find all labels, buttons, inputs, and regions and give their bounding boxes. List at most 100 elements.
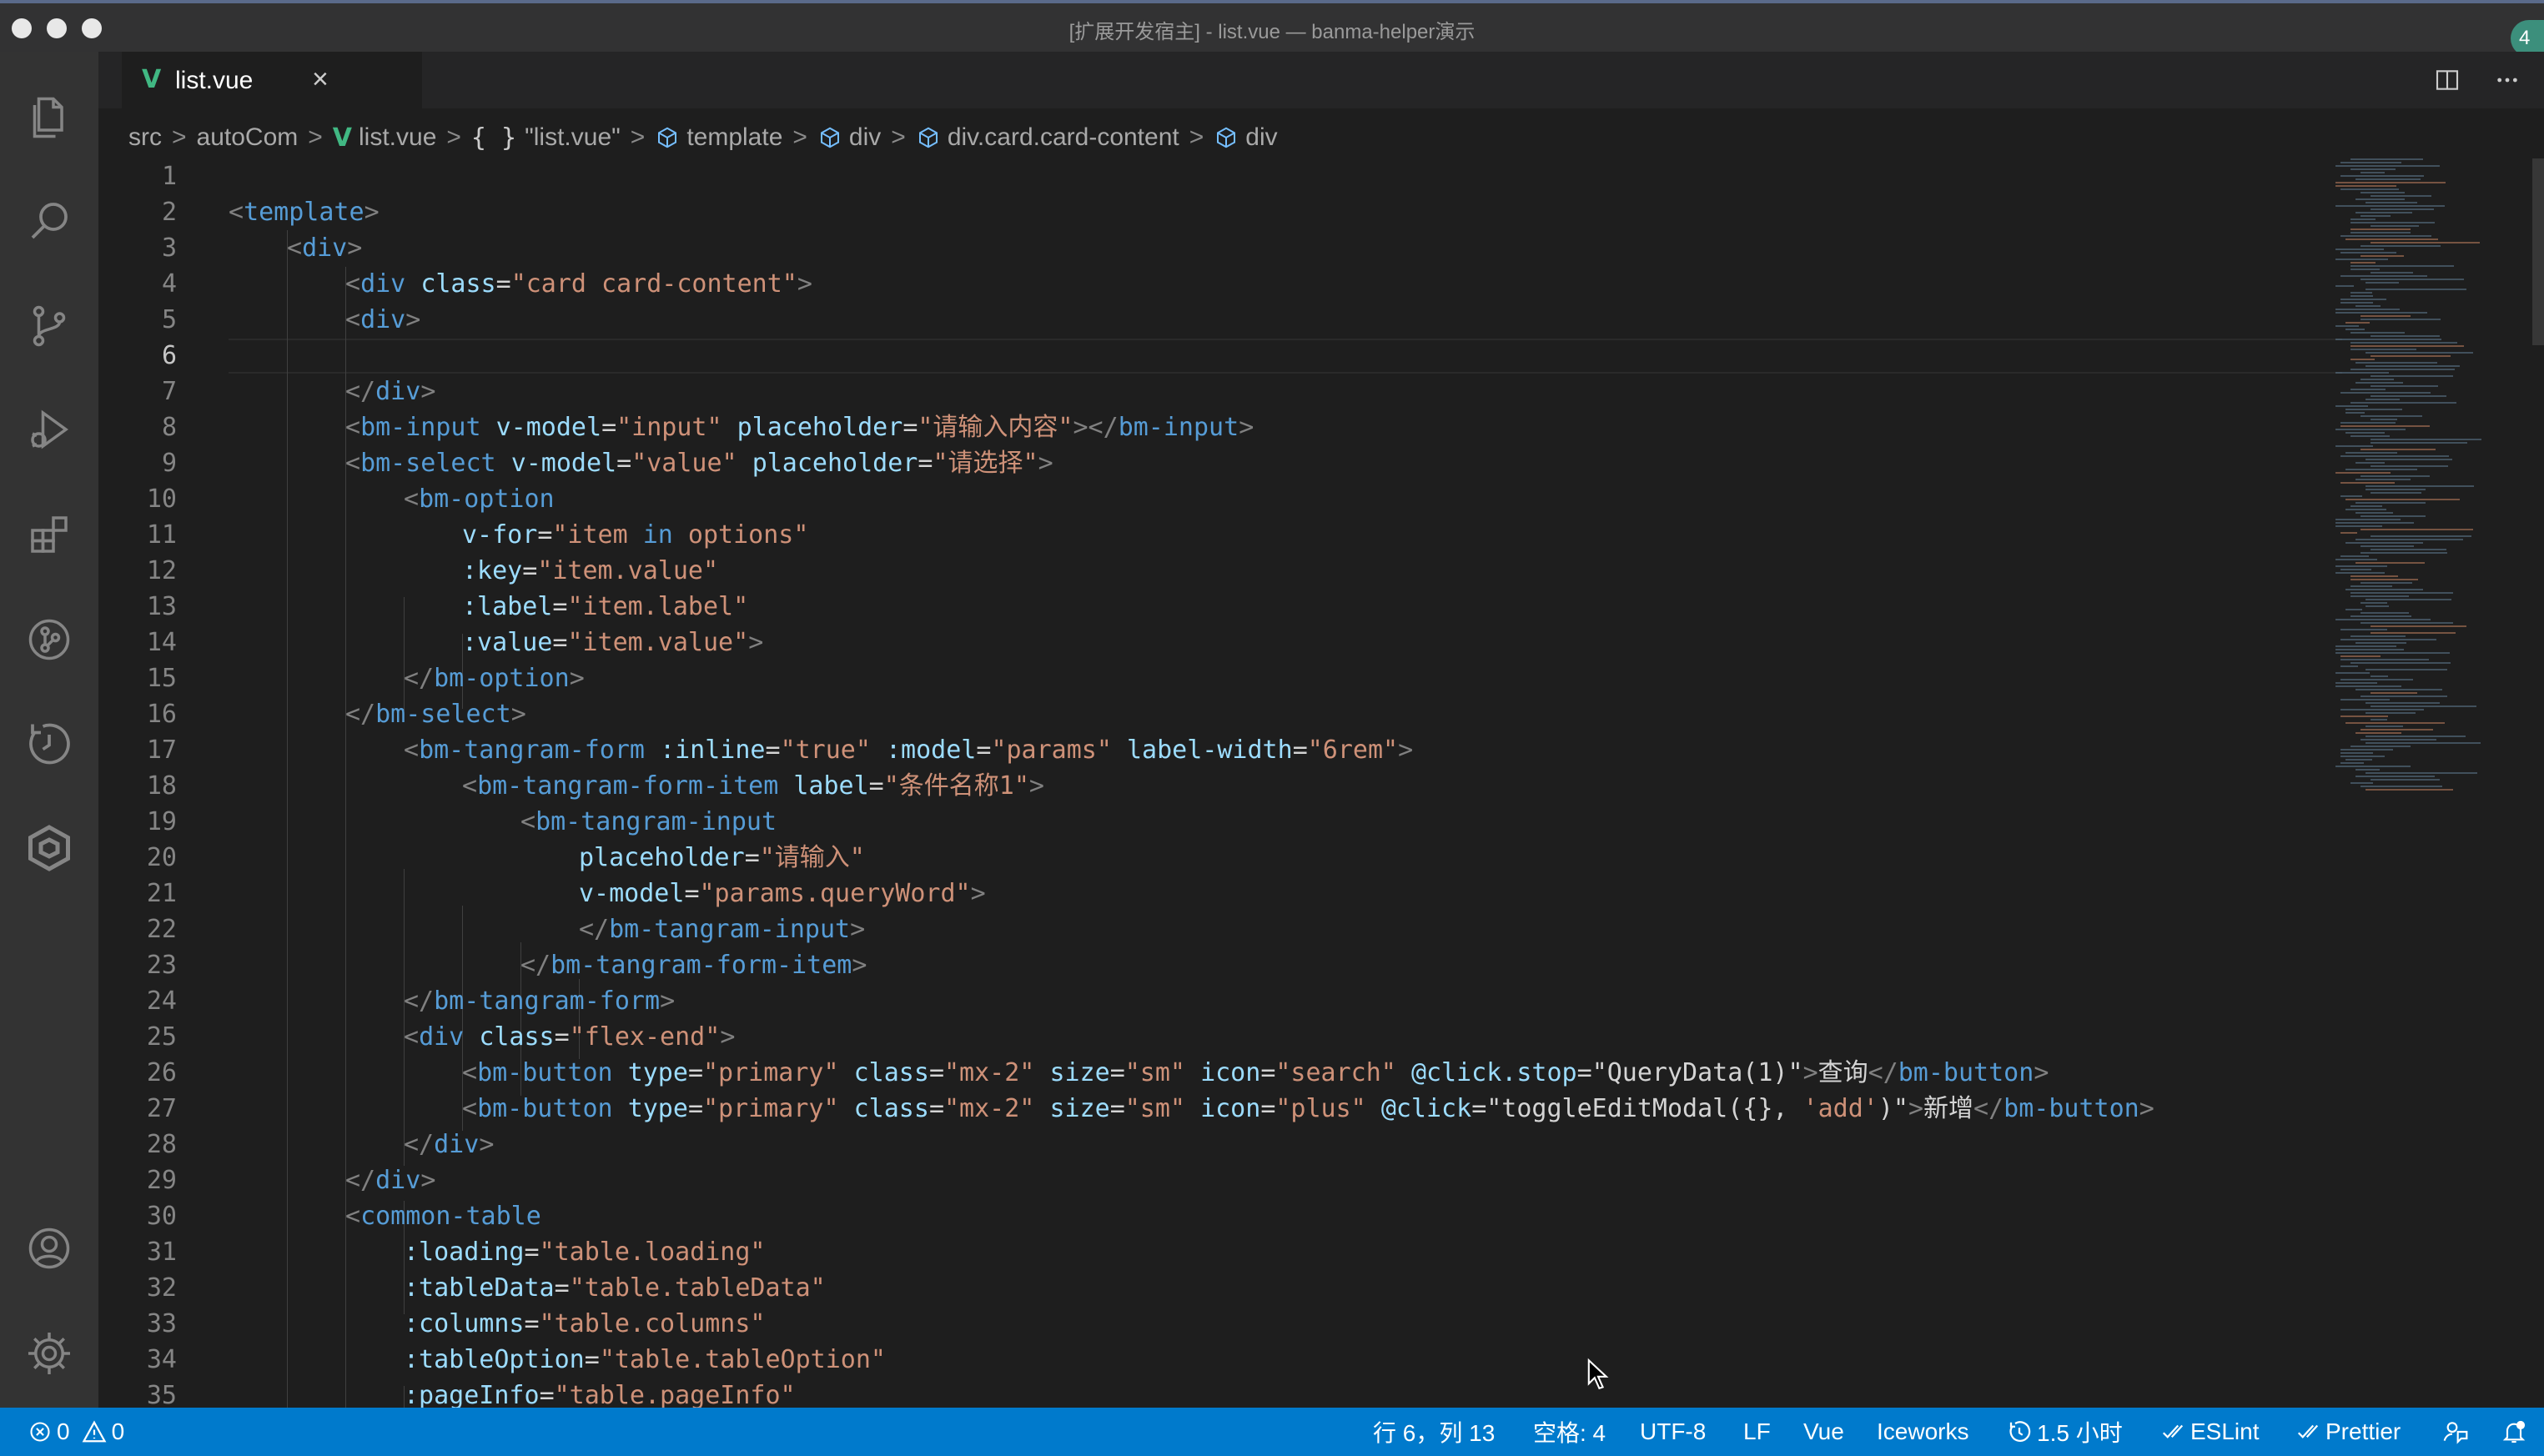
line-number: 13 — [146, 592, 177, 621]
code-line-active: 6 — [98, 338, 2342, 374]
minimap-line — [2335, 649, 2404, 650]
token: div — [419, 1022, 465, 1052]
close-icon[interactable]: × — [312, 63, 329, 96]
timeline-icon[interactable] — [22, 715, 77, 771]
explorer-icon[interactable] — [22, 90, 77, 145]
token: placeholder — [752, 449, 918, 478]
extensions-icon[interactable] — [22, 507, 77, 562]
token: > — [852, 951, 867, 980]
minimap-line — [2335, 565, 2387, 567]
token: div — [302, 233, 348, 263]
breadcrumb-sfc[interactable]: { } "list.vue" — [471, 123, 621, 153]
eol-setting[interactable]: LF — [1743, 1408, 1771, 1456]
breadcrumb-card[interactable]: div.card.card-content — [916, 123, 1179, 152]
minimap-line — [2340, 629, 2387, 630]
iceworks-status[interactable]: Iceworks — [1877, 1408, 1968, 1456]
account-icon[interactable] — [22, 1221, 77, 1276]
minimap-line — [2355, 502, 2426, 504]
minimap-line — [2350, 369, 2455, 370]
code-editor[interactable]: 1 2 <template> 3 <div> 4 <div class="card c… — [98, 158, 2342, 1408]
cursor-position[interactable]: 行 6，列 13 — [1373, 1408, 1495, 1456]
token: bm-button — [2004, 1094, 2139, 1123]
minimap-line — [2335, 766, 2411, 767]
token: < — [462, 1058, 478, 1087]
iceworks-icon[interactable] — [22, 821, 77, 876]
breadcrumb-template[interactable]: template — [655, 123, 782, 152]
breadcrumb-card-label: div.card.card-content — [947, 123, 1179, 151]
minimap-line — [2345, 322, 2370, 324]
minimap-line — [2360, 475, 2430, 477]
minimap-line — [2340, 532, 2357, 534]
line-number: 23 — [146, 951, 177, 980]
minimap-line — [2355, 362, 2437, 364]
code-line: 10 <bm-option — [98, 481, 2342, 517]
minimap-line — [2366, 365, 2460, 367]
search-icon[interactable] — [22, 193, 77, 249]
token: bm-input — [1118, 413, 1239, 442]
token: < — [345, 305, 361, 334]
code-line: 32:tableData="table.tableData" — [98, 1270, 2342, 1306]
token: = — [1109, 1058, 1125, 1087]
minimap-line — [2350, 635, 2406, 637]
code-text: <div class="card card-content"> — [345, 266, 812, 302]
token: < — [229, 198, 244, 227]
code-line: 24 </bm-tangram-form> — [98, 983, 2342, 1019]
breadcrumb-div[interactable]: div — [817, 123, 881, 152]
breadcrumb-div-inner[interactable]: div — [1214, 123, 1278, 152]
token: "table.tableOption" — [599, 1345, 886, 1374]
token: "input" — [616, 413, 722, 442]
minimap-line — [2360, 315, 2411, 317]
minimap-line — [2335, 249, 2384, 250]
minimap-line — [2350, 228, 2411, 230]
eslint-status[interactable]: ESLint — [2160, 1408, 2260, 1456]
breadcrumb-file[interactable]: Vlist.vue — [333, 123, 437, 153]
more-actions-icon[interactable] — [2492, 67, 2526, 93]
minimap-line — [2360, 255, 2404, 257]
code-text: <bm-select v-model="value" placeholder="… — [345, 445, 1053, 481]
token: > — [1239, 413, 1254, 442]
minimap-line — [2371, 535, 2471, 537]
token: > — [748, 628, 764, 657]
problems-indicator[interactable]: 0 0 — [28, 1408, 124, 1456]
token: </ — [520, 951, 551, 980]
minimap-line — [2360, 379, 2394, 380]
chevron-right-icon: > — [630, 123, 646, 151]
prettier-status[interactable]: Prettier — [2295, 1408, 2401, 1456]
line-number: 21 — [146, 879, 177, 908]
minimap-line — [2355, 462, 2385, 464]
code-text: </bm-option> — [404, 660, 585, 696]
breadcrumb-src[interactable]: src — [128, 123, 162, 152]
eslint-label: ESLint — [2190, 1418, 2260, 1444]
minimap-line — [2360, 215, 2391, 217]
minimap[interactable] — [2335, 158, 2536, 826]
code-line: 26 <bm-button type="primary" class="mx-2"… — [98, 1055, 2342, 1091]
language-mode[interactable]: Vue — [1803, 1408, 1844, 1456]
breadcrumb-autocom[interactable]: autoCom — [197, 123, 299, 152]
settings-gear-icon[interactable] — [22, 1326, 77, 1381]
indentation-setting[interactable]: 空格: 4 — [1533, 1408, 1606, 1456]
token: @click.stop — [1410, 1058, 1577, 1087]
feedback-icon[interactable] — [2442, 1408, 2474, 1456]
minimap-line — [2335, 682, 2377, 684]
token: "value" — [631, 449, 737, 478]
token: = — [928, 1058, 944, 1087]
source-control-icon[interactable] — [22, 299, 77, 354]
line-number: 1 — [161, 162, 177, 191]
code-text: </bm-select> — [345, 696, 526, 732]
minimap-line — [2371, 208, 2434, 210]
gitlens-icon[interactable] — [22, 612, 77, 667]
coding-time[interactable]: 1.5 小时 — [2007, 1408, 2123, 1456]
vertical-scrollbar[interactable] — [2532, 158, 2544, 345]
token: )" — [1878, 1094, 1908, 1123]
encoding-setting[interactable]: UTF-8 — [1640, 1408, 1706, 1456]
tab-list-vue[interactable]: V list.vue × — [122, 52, 422, 108]
notifications-bell-icon[interactable] — [2501, 1408, 2532, 1456]
minimap-line — [2345, 452, 2397, 454]
split-editor-icon[interactable] — [2434, 67, 2461, 93]
run-debug-icon[interactable] — [22, 402, 77, 457]
minimap-line — [2355, 689, 2442, 690]
